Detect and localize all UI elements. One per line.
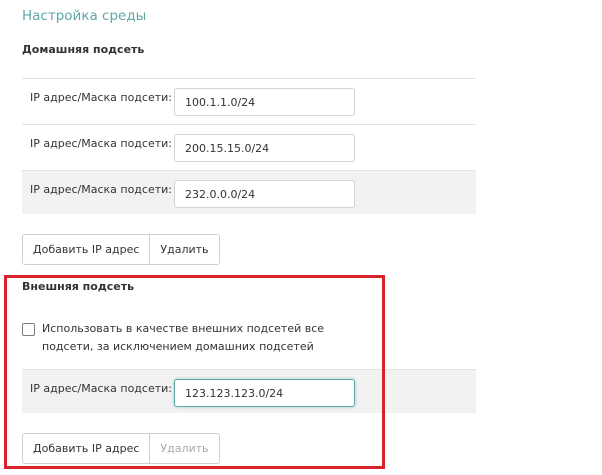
external-ip-input-1[interactable] [174,379,355,407]
add-ip-button[interactable]: Добавить IP адрес [23,434,150,463]
home-subnet-actions: Добавить IP адрес Удалить [22,234,220,265]
external-subnet-title: Внешняя подсеть [22,280,135,293]
exclude-home-checkbox[interactable] [22,323,35,336]
home-ip-input-1[interactable] [174,88,355,116]
home-ip-input-3[interactable] [174,180,355,208]
exclude-home-checkbox-label[interactable]: Использовать в качестве внешних подсетей… [42,320,372,356]
delete-ip-button[interactable]: Удалить [149,434,219,463]
ip-mask-label: IP адрес/Маска подсети: [30,382,172,395]
external-subnet-row-1: IP адрес/Маска подсети: [22,369,476,413]
add-ip-button[interactable]: Добавить IP адрес [23,235,150,264]
exclude-home-option[interactable]: Использовать в качестве внешних подсетей… [22,320,372,356]
delete-ip-button[interactable]: Удалить [149,235,219,264]
ip-mask-label: IP адрес/Маска подсети: [30,91,172,104]
home-subnet-title: Домашняя подсеть [22,43,145,56]
external-subnet-actions: Добавить IP адрес Удалить [22,433,220,464]
home-subnet-row-1: IP адрес/Маска подсети: [22,78,476,122]
ip-mask-label: IP адрес/Маска подсети: [30,183,172,196]
ip-mask-label: IP адрес/Маска подсети: [30,137,172,150]
section-title: Настройка среды [22,8,147,24]
home-subnet-row-2: IP адрес/Маска подсети: [22,124,476,168]
home-ip-input-2[interactable] [174,134,355,162]
home-subnet-row-3: IP адрес/Маска подсети: [22,170,476,214]
